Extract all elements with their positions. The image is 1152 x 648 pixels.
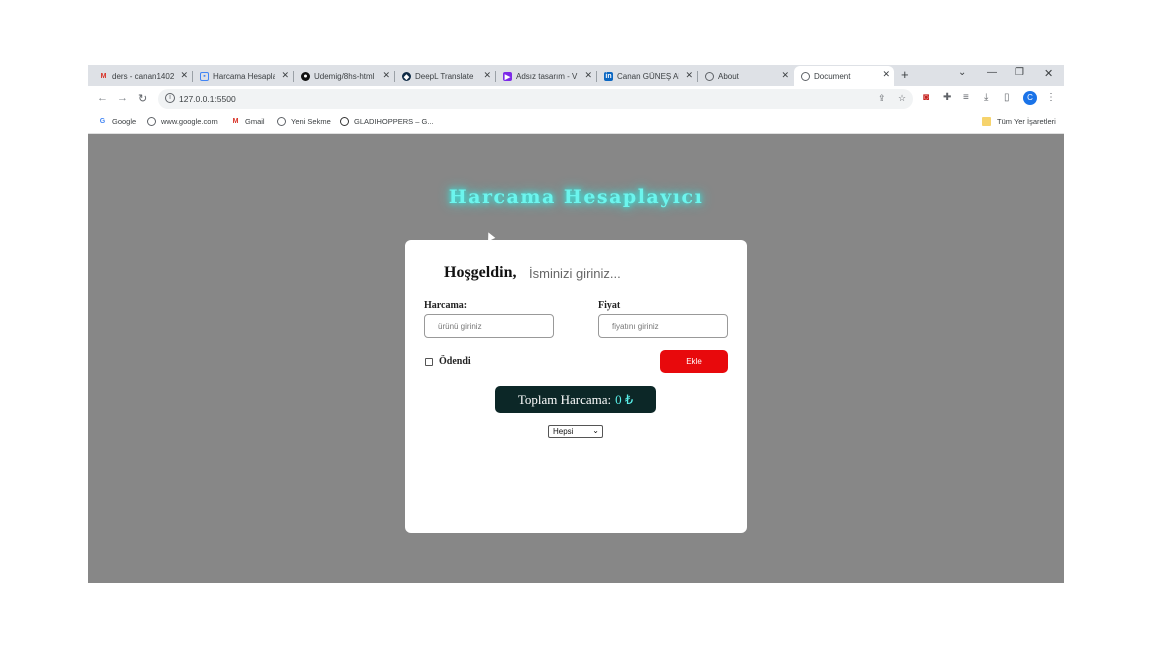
gmail-icon: M bbox=[100, 73, 107, 80]
folder-icon bbox=[982, 117, 991, 126]
tab-title: Adsız tasarım - V bbox=[516, 72, 578, 81]
tab-title: Document bbox=[814, 71, 851, 81]
site-info-icon[interactable]: i bbox=[165, 93, 175, 103]
tab-title: About bbox=[718, 72, 739, 81]
close-icon[interactable]: ✕ bbox=[382, 70, 390, 81]
new-tab-button[interactable]: + bbox=[901, 67, 909, 82]
tab-title: Canan GÜNEŞ Al bbox=[617, 72, 679, 81]
github-icon: ● bbox=[301, 72, 310, 81]
total-label: Toplam Harcama: bbox=[517, 391, 612, 407]
extension-pocket-icon[interactable]: ◙ bbox=[923, 92, 929, 103]
linkedin-icon: in bbox=[604, 72, 613, 81]
bookmark-google-com[interactable]: www.google.com bbox=[147, 117, 218, 126]
tab-github[interactable]: ● Udemig/8hs-html ✕ bbox=[294, 67, 395, 86]
tab-gmail[interactable]: M ders - canan1402 ✕ bbox=[92, 67, 193, 86]
tab-deepl[interactable]: ◆ DeepL Translate ✕ bbox=[395, 67, 496, 86]
reading-list-icon[interactable]: ≡ bbox=[963, 92, 969, 103]
welcome-text: Hoşgeldin, bbox=[444, 264, 517, 281]
gladihoppers-icon bbox=[340, 117, 349, 126]
canva-icon: ▶ bbox=[503, 72, 512, 81]
bookmark-gmail[interactable]: M Gmail bbox=[231, 117, 265, 126]
all-bookmarks[interactable]: Tüm Yer İşaretleri bbox=[997, 117, 1056, 126]
filter-select[interactable]: Hepsi ⌄ bbox=[548, 425, 603, 438]
tab-document[interactable]: Document ✕ bbox=[794, 66, 894, 86]
price-input[interactable] bbox=[598, 314, 728, 338]
tab-linkedin[interactable]: in Canan GÜNEŞ Al ✕ bbox=[597, 67, 698, 86]
bookmark-gladihoppers[interactable]: GLADIHOPPERS – G... bbox=[340, 117, 434, 126]
total-box: Toplam Harcama: 0 ₺ bbox=[495, 386, 656, 413]
share-icon[interactable]: ⇪ bbox=[878, 93, 886, 104]
close-icon[interactable]: ✕ bbox=[781, 70, 789, 81]
page-icon: ▪ bbox=[200, 72, 209, 81]
tab-title: ders - canan1402 bbox=[112, 72, 174, 81]
tab-canva[interactable]: ▶ Adsız tasarım - V ✕ bbox=[496, 67, 597, 86]
paid-checkbox[interactable] bbox=[425, 358, 433, 366]
browser-window: M ders - canan1402 ✕ ▪ Harcama Hesaplayı… bbox=[88, 65, 1064, 583]
download-icon[interactable]: ⤓ bbox=[984, 92, 988, 103]
url-text: 127.0.0.1:5500 bbox=[179, 94, 236, 104]
side-panel-icon[interactable]: ▯ bbox=[1004, 92, 1010, 103]
gmail-icon: M bbox=[232, 118, 239, 125]
tab-strip: M ders - canan1402 ✕ ▪ Harcama Hesaplayı… bbox=[88, 65, 1064, 86]
forward-button[interactable]: → bbox=[117, 92, 128, 104]
page-heading: Harcama Hesaplayıcı bbox=[448, 186, 704, 208]
close-icon[interactable]: ✕ bbox=[281, 70, 289, 81]
globe-icon bbox=[277, 117, 286, 126]
globe-icon bbox=[147, 117, 156, 126]
restore-button[interactable]: ❐ bbox=[1015, 67, 1024, 78]
profile-avatar[interactable]: C bbox=[1023, 91, 1037, 105]
close-icon[interactable]: ✕ bbox=[483, 70, 491, 81]
tab-title: Udemig/8hs-html bbox=[314, 72, 375, 81]
address-bar[interactable]: i 127.0.0.1:5500 ⇪ ☆ bbox=[158, 89, 913, 109]
total-amount: 0 ₺ bbox=[615, 391, 634, 407]
expense-input[interactable] bbox=[424, 314, 554, 338]
tab-title: Harcama Hesaplayıcı bbox=[213, 72, 275, 81]
close-icon[interactable]: ✕ bbox=[882, 69, 890, 80]
close-icon[interactable]: ✕ bbox=[180, 70, 188, 81]
menu-kebab-icon[interactable]: ⋮ bbox=[1046, 92, 1056, 103]
google-icon: G bbox=[99, 118, 106, 125]
globe-icon bbox=[705, 72, 714, 81]
minimize-button[interactable]: — bbox=[987, 67, 997, 78]
filter-selected-value: Hepsi bbox=[553, 427, 574, 436]
bookmark-yeni-sekme[interactable]: Yeni Sekme bbox=[277, 117, 331, 126]
page-viewport: Harcama Hesaplayıcı Hoşgeldin, Harcama: … bbox=[88, 134, 1064, 583]
bookmark-google[interactable]: G Google bbox=[98, 117, 136, 126]
chevron-down-icon: ⌄ bbox=[592, 426, 599, 435]
globe-icon bbox=[801, 71, 810, 81]
deepl-icon: ◆ bbox=[402, 72, 411, 81]
paid-label: Ödendi bbox=[439, 356, 471, 367]
extensions-puzzle-icon[interactable]: ✚ bbox=[943, 92, 951, 103]
browser-toolbar: ← → ↻ i 127.0.0.1:5500 ⇪ ☆ ◙ ✚ ≡ ⤓ ▯ C ⋮ bbox=[88, 86, 1064, 112]
bookmark-star-icon[interactable]: ☆ bbox=[898, 93, 906, 104]
back-button[interactable]: ← bbox=[97, 92, 108, 104]
tab-search-icon[interactable]: ⌄ bbox=[958, 67, 966, 78]
bookmarks-bar: G Google www.google.com M Gmail Yeni Sek… bbox=[88, 112, 1064, 134]
tab-title: DeepL Translate bbox=[415, 72, 474, 81]
close-window-button[interactable]: ✕ bbox=[1044, 67, 1053, 80]
add-button[interactable]: Ekle bbox=[660, 350, 728, 373]
name-input[interactable] bbox=[529, 262, 679, 284]
tab-about[interactable]: About ✕ bbox=[698, 67, 793, 86]
expense-card: Hoşgeldin, Harcama: Fiyat Ödendi Ekle To… bbox=[405, 240, 747, 533]
close-icon[interactable]: ✕ bbox=[584, 70, 592, 81]
reload-button[interactable]: ↻ bbox=[138, 92, 147, 105]
tab-harcama[interactable]: ▪ Harcama Hesaplayıcı ✕ bbox=[193, 67, 294, 86]
price-label: Fiyat bbox=[598, 300, 621, 311]
close-icon[interactable]: ✕ bbox=[685, 70, 693, 81]
expense-label: Harcama: bbox=[424, 300, 468, 311]
